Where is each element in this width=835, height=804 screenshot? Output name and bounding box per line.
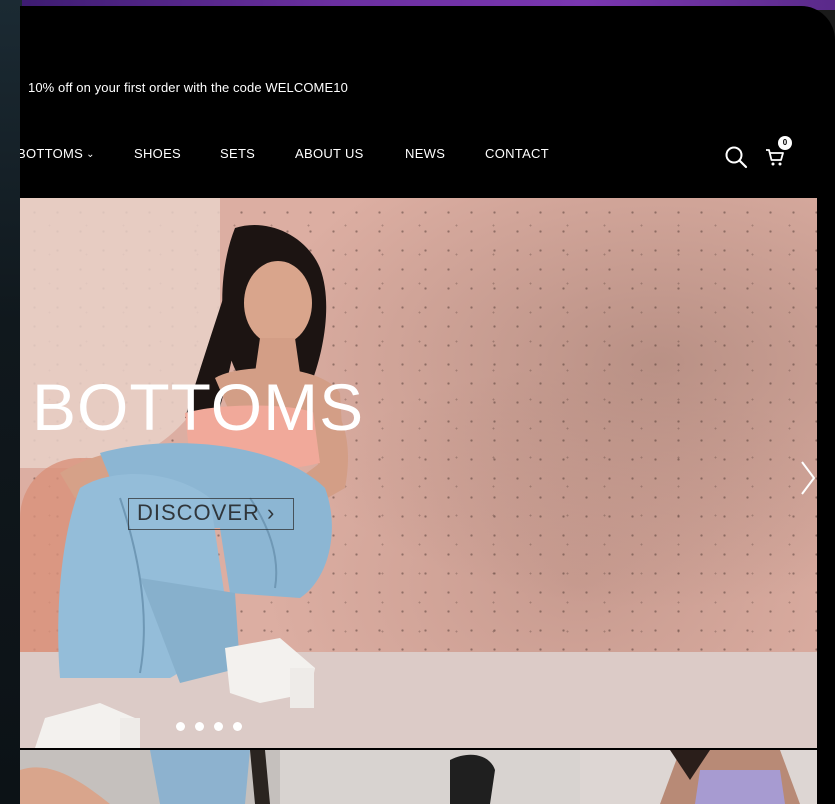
search-icon <box>725 146 748 169</box>
chevron-down-icon: ⌄ <box>86 149 95 160</box>
arrow-right-icon: › <box>267 500 276 525</box>
nav-item-label: ABOUT US <box>295 146 364 161</box>
nav-item-label: SHOES <box>134 146 182 161</box>
category-preview-strip <box>20 750 817 804</box>
tablet-screen: 10% off on your first order with the cod… <box>20 6 835 804</box>
slide-dot-1[interactable] <box>176 722 185 731</box>
desktop-background-left <box>0 0 22 804</box>
nav-item-about-us[interactable]: ABOUT US <box>295 146 364 161</box>
category-tile-3-image <box>660 750 800 804</box>
nav-item-label: NEWS <box>405 146 446 161</box>
category-tile-1-image <box>20 750 270 804</box>
nav-item-label: CONTACT <box>485 146 549 161</box>
nav-item-news[interactable]: NEWS <box>405 146 445 161</box>
category-tile-image[interactable] <box>280 750 580 804</box>
discover-button[interactable]: DISCOVER › <box>128 498 294 530</box>
nav-item-bottoms[interactable]: BOTTOMS ⌄ <box>20 146 95 161</box>
hero-model-image <box>35 224 349 748</box>
category-tile-image[interactable] <box>20 750 280 804</box>
slide-dot-4[interactable] <box>233 722 242 731</box>
next-slide-button[interactable] <box>798 458 817 498</box>
main-nav: BOTTOMS ⌄ SHOES SETS ABOUT US NEWS CONTAC… <box>20 146 835 170</box>
nav-item-shoes[interactable]: SHOES <box>134 146 181 161</box>
category-tile-image[interactable] <box>580 750 817 804</box>
cart-count-badge: 0 <box>778 136 792 150</box>
nav-item-label: SETS <box>220 146 256 161</box>
hero-slider: BOTTOMS DISCOVER › <box>20 198 817 748</box>
discover-button-label: DISCOVER <box>137 500 260 525</box>
slide-dot-3[interactable] <box>214 722 223 731</box>
hero-title: BOTTOMS <box>32 370 365 444</box>
nav-item-label: BOTTOMS <box>20 146 84 161</box>
chevron-right-icon <box>801 461 816 495</box>
nav-item-contact[interactable]: CONTACT <box>485 146 549 161</box>
announcement-bar: 10% off on your first order with the cod… <box>28 80 348 95</box>
slide-dot-2[interactable] <box>195 722 204 731</box>
search-button[interactable] <box>723 144 749 170</box>
nav-item-sets[interactable]: SETS <box>220 146 255 161</box>
category-tile-2-image <box>450 754 495 804</box>
